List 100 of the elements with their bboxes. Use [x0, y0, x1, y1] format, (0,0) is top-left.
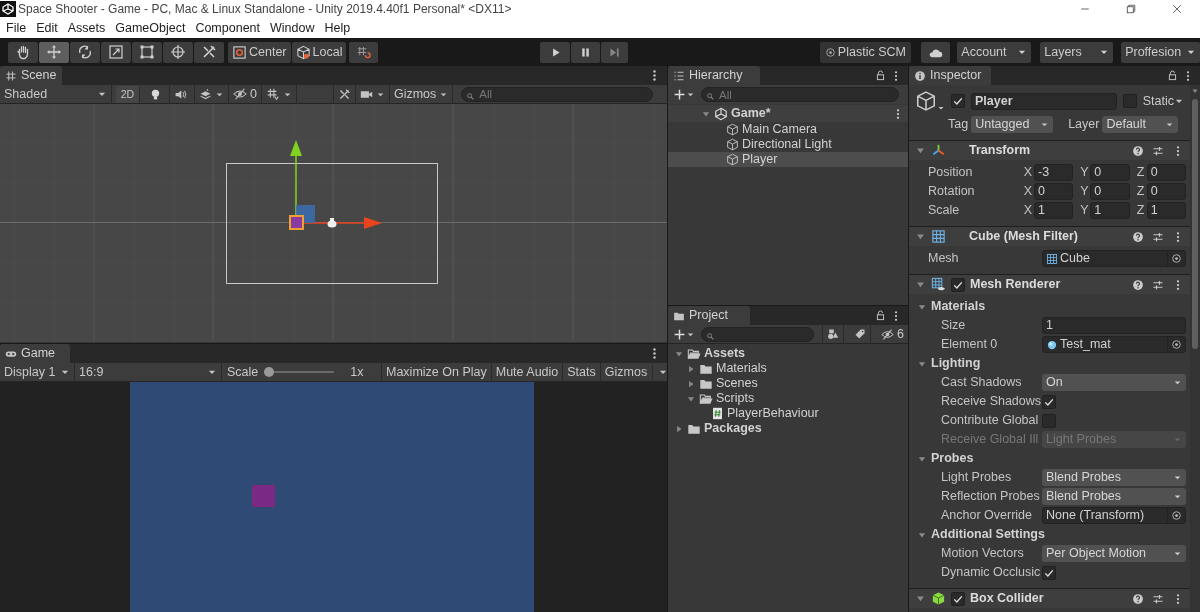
shading-dropdown[interactable]: Shaded — [0, 84, 112, 104]
object-field[interactable]: Test_mat — [1042, 336, 1186, 353]
active-checkbox[interactable] — [951, 94, 965, 108]
custom-tool-button[interactable] — [194, 41, 224, 63]
panel-tab[interactable]: Hierarchy — [668, 66, 760, 85]
project-item[interactable]: Packages — [668, 421, 908, 436]
dropdown[interactable]: Blend Probes — [1042, 469, 1186, 486]
menu-item[interactable]: Help — [319, 20, 356, 36]
hierarchy-item[interactable]: Player — [668, 152, 908, 167]
dropdown[interactable]: On — [1042, 374, 1186, 391]
grid-snap-button[interactable] — [349, 41, 379, 63]
move-tool-button[interactable] — [39, 41, 69, 63]
search-field[interactable]: All — [461, 86, 654, 102]
number-field[interactable]: 1 — [1146, 202, 1186, 219]
menu-item[interactable]: Window — [265, 20, 320, 36]
type-filter-button[interactable] — [822, 324, 845, 344]
panel-tab[interactable]: Inspector — [909, 66, 991, 85]
account-dropdown[interactable]: Account — [957, 41, 1032, 63]
project-item[interactable]: Scripts — [668, 391, 908, 406]
number-field[interactable]: 0 — [1090, 183, 1130, 200]
panel-tab[interactable]: Scene — [0, 66, 62, 85]
dropdown[interactable]: Per Object Motion — [1042, 545, 1186, 562]
pause-button[interactable] — [571, 41, 601, 63]
rect-tool-button[interactable] — [132, 41, 162, 63]
menu-item[interactable]: Assets — [62, 20, 111, 36]
project-item[interactable]: Scenes — [668, 376, 908, 391]
hierarchy-item[interactable]: Directional Light — [668, 137, 908, 152]
hidden-objects-toggle[interactable]: 0 — [229, 84, 262, 104]
layers-dropdown[interactable]: Layers — [1040, 41, 1114, 63]
transform-tool-button[interactable] — [163, 41, 193, 63]
section-header[interactable]: Materials — [909, 297, 1190, 316]
create-button[interactable] — [673, 327, 695, 341]
object-icon-button[interactable] — [915, 90, 945, 112]
toggle-button[interactable]: Maximize On Play — [382, 362, 492, 382]
toggle-button[interactable]: Stats — [563, 362, 601, 382]
menu-item[interactable]: File — [1, 20, 32, 36]
static-checkbox[interactable] — [1122, 94, 1137, 108]
section-header[interactable]: Lighting — [909, 354, 1190, 373]
caret-icon — [1040, 120, 1050, 129]
enabled-checkbox[interactable] — [951, 591, 965, 606]
scale-tool-button[interactable] — [101, 41, 131, 63]
number-field[interactable]: -3 — [1034, 164, 1074, 181]
hidden-packages-toggle[interactable]: 6 — [877, 324, 908, 344]
number-field[interactable]: 0 — [1146, 183, 1186, 200]
scene-row[interactable]: Game* — [668, 105, 908, 122]
project-item[interactable]: Materials — [668, 361, 908, 376]
menu-item[interactable]: Edit — [31, 20, 63, 36]
section-header[interactable]: Probes — [909, 449, 1190, 468]
space-button[interactable]: Local — [291, 41, 347, 63]
gizmos-dropdown[interactable]: Gizmos — [389, 84, 454, 104]
move-gizmo-drawing[interactable] — [289, 140, 382, 230]
hierarchy-item[interactable]: Main Camera — [668, 122, 908, 137]
aspect-dropdown[interactable]: 16:9 — [75, 362, 222, 382]
panel-tab[interactable]: Game — [0, 344, 70, 363]
gizmos-dropdown[interactable]: Gizmos — [600, 362, 667, 382]
project-item[interactable]: PlayerBehaviour — [668, 406, 908, 421]
rotate-tool-button[interactable] — [70, 41, 100, 63]
pivot-center-icon — [232, 44, 247, 60]
number-field[interactable]: 1 — [1042, 317, 1186, 334]
checkbox[interactable] — [1042, 565, 1056, 580]
component-header[interactable]: Transform — [909, 140, 1190, 160]
create-button[interactable] — [673, 88, 695, 101]
enabled-checkbox[interactable] — [951, 277, 965, 292]
number-field[interactable]: 1 — [1034, 202, 1074, 219]
checkbox[interactable] — [1042, 394, 1056, 409]
search-field[interactable]: All — [701, 87, 899, 102]
object-field[interactable]: None (Transform) — [1042, 507, 1186, 524]
number-field[interactable]: 0 — [1146, 164, 1186, 181]
step-button[interactable] — [601, 41, 629, 63]
plastic-scm-button[interactable]: Plastic SCM — [820, 41, 911, 63]
object-field[interactable]: Cube — [1042, 250, 1186, 267]
static-dropdown[interactable]: Static — [1142, 93, 1184, 109]
scale-slider[interactable] — [264, 366, 335, 378]
number-field[interactable]: 0 — [1034, 183, 1074, 200]
menu-item[interactable]: GameObject — [110, 20, 191, 36]
section-header[interactable]: Additional Settings — [909, 525, 1190, 544]
pivot-button[interactable]: Center — [228, 41, 291, 63]
menu-item[interactable]: Component — [190, 20, 265, 36]
search-field[interactable] — [701, 326, 815, 342]
component-header[interactable]: Box Collider — [909, 588, 1190, 608]
display-dropdown[interactable]: Display 1 — [0, 362, 75, 382]
component-header[interactable]: Mesh Renderer — [909, 274, 1190, 294]
cloud-button[interactable] — [920, 41, 951, 63]
2d-toggle[interactable]: 2D — [116, 85, 140, 103]
checkbox[interactable] — [1042, 413, 1056, 428]
tag-dropdown[interactable]: Untagged — [971, 116, 1054, 133]
play-button[interactable] — [540, 41, 571, 63]
panel-tab[interactable]: Project — [668, 306, 750, 325]
toggle-button[interactable]: Mute Audio — [491, 362, 564, 382]
hand-tool-button[interactable] — [8, 41, 38, 63]
layout-dropdown[interactable]: Proffesion — [1121, 41, 1200, 63]
number-field[interactable]: 0 — [1090, 164, 1130, 181]
dropdown[interactable]: Blend Probes — [1042, 488, 1186, 505]
number-field[interactable]: 1 — [1090, 202, 1130, 219]
layer-dropdown[interactable]: Default — [1102, 116, 1179, 133]
component-header[interactable]: Cube (Mesh Filter) — [909, 226, 1190, 246]
tools-button[interactable] — [332, 84, 356, 104]
project-item[interactable]: Assets — [668, 346, 908, 361]
slider-thumb[interactable] — [264, 367, 275, 377]
name-field[interactable]: Player — [971, 92, 1117, 110]
